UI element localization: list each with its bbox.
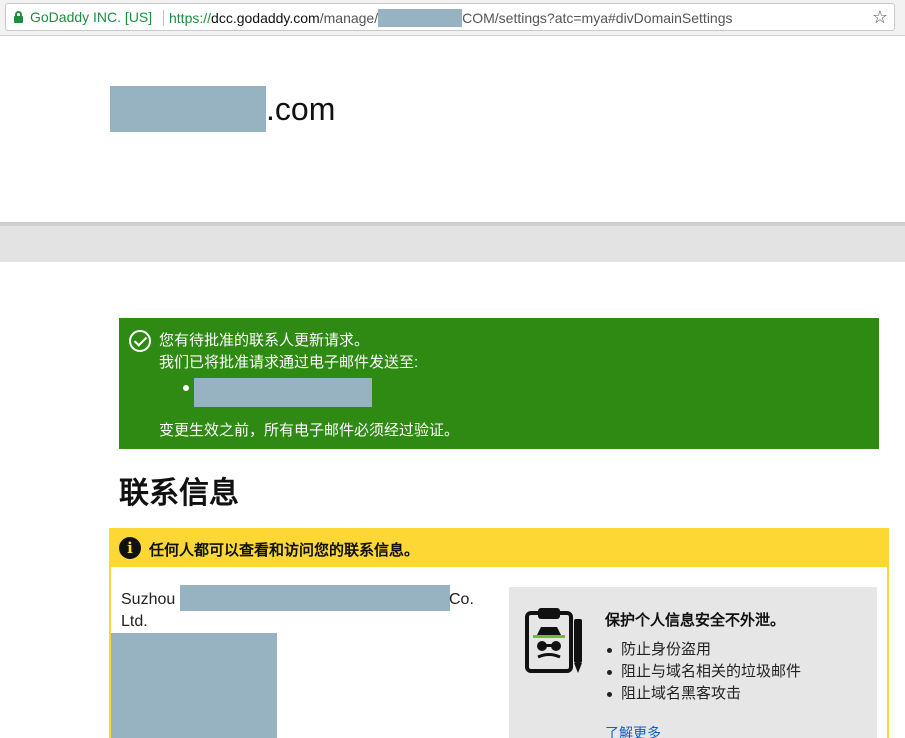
- list-item: 阻止域名黑客攻击: [605, 683, 801, 705]
- address-bar[interactable]: GoDaddy INC. [US] https://dcc.godaddy.co…: [5, 3, 895, 31]
- address-separator: [163, 10, 164, 26]
- redacted-domain-name: [110, 86, 266, 132]
- redacted-org-name: [180, 585, 450, 611]
- learn-more-link[interactable]: 了解更多: [605, 723, 661, 738]
- public-info-banner: i 任何人都可以查看和访问您的联系信息。: [109, 528, 889, 567]
- promo-title: 保护个人信息安全不外泄。: [605, 612, 786, 629]
- bookmark-star-icon[interactable]: ☆: [872, 6, 888, 28]
- nav-band: [0, 226, 905, 262]
- notice-verification-text: 变更生效之前，所有电子邮件必须经过验证。: [159, 422, 460, 439]
- check-circle-icon: [129, 330, 151, 352]
- list-item: 阻止与域名相关的垃圾邮件: [605, 661, 801, 683]
- lock-icon[interactable]: [14, 11, 23, 23]
- contact-section-title: 联系信息: [119, 477, 239, 510]
- browser-toolbar: GoDaddy INC. [US] https://dcc.godaddy.co…: [0, 0, 905, 36]
- org-line2: Ltd.: [121, 613, 148, 630]
- site-identity[interactable]: GoDaddy INC. [US]: [30, 9, 152, 25]
- list-bullet: [183, 385, 189, 391]
- url-path-prefix: /manage/: [319, 10, 379, 26]
- info-icon: i: [119, 537, 141, 559]
- url-host: dcc.godaddy.com: [211, 10, 320, 26]
- promo-benefits-list: 防止身份盗用 阻止与域名相关的垃圾邮件 阻止域名黑客攻击: [605, 639, 801, 705]
- url-path-suffix: COM/settings?atc=mya#divDomainSettings: [462, 10, 733, 26]
- url-text[interactable]: https://dcc.godaddy.com/manage/COM/setti…: [169, 9, 733, 27]
- privacy-promo: 保护个人信息安全不外泄。 防止身份盗用 阻止与域名相关的垃圾邮件 阻止域名黑客攻…: [509, 587, 877, 738]
- clipboard-incognito-icon: [525, 608, 582, 673]
- domain-tld: .com: [266, 91, 336, 127]
- notice-email-intro: 我们已将批准请求通过电子邮件发送至:: [159, 354, 419, 371]
- redacted-address: [111, 633, 277, 738]
- notice-title: 您有待批准的联系人更新请求。: [159, 332, 370, 349]
- redacted-email: [194, 378, 372, 407]
- org-prefix: Suzhou: [121, 591, 176, 608]
- public-info-text: 任何人都可以查看和访问您的联系信息。: [149, 542, 420, 559]
- org-suffix: Co.: [449, 591, 474, 608]
- list-item: 防止身份盗用: [605, 639, 801, 661]
- url-scheme: https://: [169, 10, 212, 26]
- pending-approval-notice: 您有待批准的联系人更新请求。 我们已将批准请求通过电子邮件发送至: 变更生效之前…: [119, 318, 879, 449]
- domain-title: .com: [110, 86, 335, 132]
- redacted-block: [378, 9, 463, 27]
